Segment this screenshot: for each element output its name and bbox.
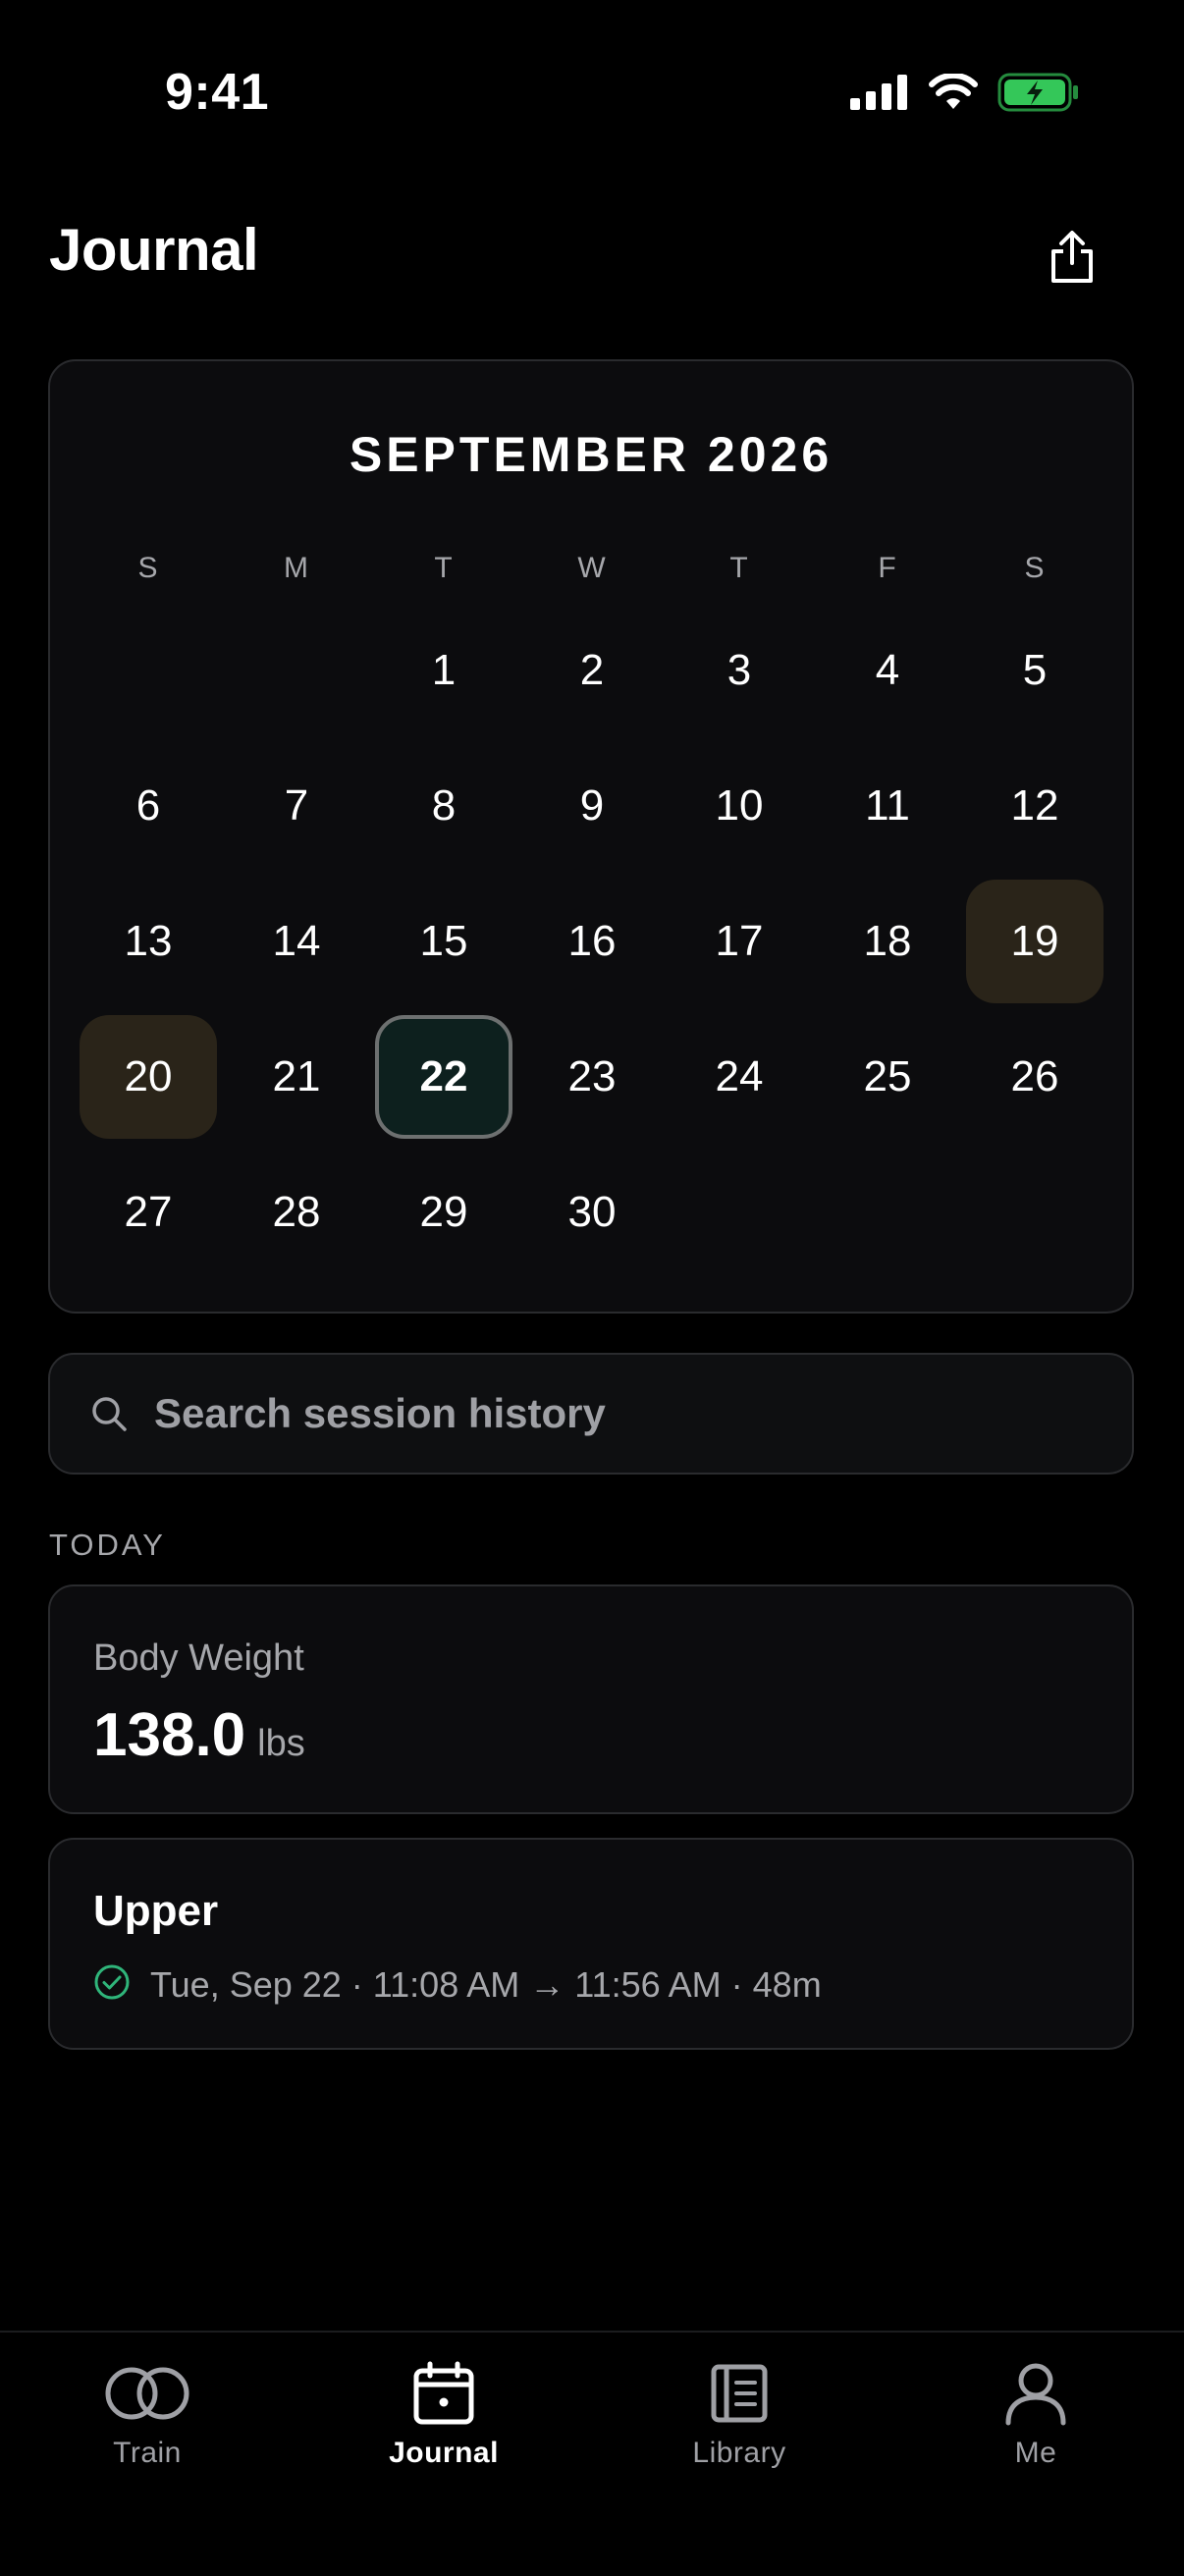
- calendar-month-label: SEPTEMBER 2026: [349, 427, 834, 482]
- share-icon: [1049, 230, 1096, 290]
- body-weight-label: Body Weight: [93, 1637, 304, 1679]
- search-input[interactable]: [152, 1389, 1132, 1438]
- session-title: Upper: [93, 1887, 219, 1935]
- calendar-day[interactable]: 25: [819, 1015, 956, 1139]
- tab-train-label: Train: [113, 2437, 182, 2469]
- calendar-day[interactable]: 14: [228, 880, 365, 1003]
- tab-train[interactable]: Train: [49, 2356, 245, 2503]
- wifi-icon: [929, 72, 978, 116]
- search-box[interactable]: [48, 1353, 1134, 1475]
- body-weight-value-row: 138.0 lbs: [93, 1700, 305, 1770]
- share-button[interactable]: [1031, 218, 1113, 300]
- calendar-day[interactable]: 29: [375, 1151, 512, 1274]
- calendar-day[interactable]: 4: [819, 609, 956, 732]
- calendar-day[interactable]: 21: [228, 1015, 365, 1139]
- tab-journal[interactable]: Journal: [346, 2356, 542, 2503]
- tab-library-label: Library: [692, 2437, 786, 2469]
- calendar-day-selected[interactable]: 22: [375, 1015, 512, 1139]
- calendar-card: SEPTEMBER 2026 SMTWTFS 1 2 3 4 5 6 7 8 9 10 11 12 13…: [48, 359, 1134, 1314]
- tab-me-label: Me: [1014, 2437, 1057, 2469]
- weekday-label: T: [434, 552, 454, 584]
- session-meta-row: Tue, Sep 22 · 11:08 AM → 11:56 AM · 48m: [93, 1963, 822, 2006]
- calendar-day[interactable]: 20: [80, 1015, 217, 1139]
- weekday-label: S: [137, 552, 159, 584]
- body-weight-unit: lbs: [257, 1723, 305, 1764]
- calendar-day[interactable]: 15: [375, 880, 512, 1003]
- calendar-day[interactable]: 3: [671, 609, 808, 732]
- calendar-day[interactable]: 10: [671, 744, 808, 868]
- calendar-day[interactable]: 2: [523, 609, 661, 732]
- tab-journal-label: Journal: [389, 2437, 499, 2469]
- weekday-label: W: [577, 552, 607, 584]
- calendar-day[interactable]: 1: [375, 609, 512, 732]
- weekday-label: F: [878, 552, 897, 584]
- calendar-day[interactable]: 11: [819, 744, 956, 868]
- calendar-day[interactable]: 28: [228, 1151, 365, 1274]
- session-card[interactable]: Upper Tue, Sep 22 · 11:08 AM → 11:56 AM …: [48, 1838, 1134, 2050]
- calendar-day[interactable]: 16: [523, 880, 661, 1003]
- tab-me[interactable]: Me: [938, 2356, 1134, 2503]
- weekday-label: T: [729, 552, 749, 584]
- calendar-icon: [400, 2356, 488, 2431]
- cellular-signal-icon: [850, 75, 909, 115]
- search-icon: [89, 1394, 129, 1433]
- status-icons: [850, 72, 1080, 117]
- battery-charging-icon: [997, 73, 1080, 117]
- page-title: Journal: [49, 217, 259, 283]
- check-circle-icon: [93, 1963, 131, 2006]
- calendar-day[interactable]: 9: [523, 744, 661, 868]
- calendar-day[interactable]: 12: [966, 744, 1103, 868]
- status-time: 9:41: [165, 64, 270, 121]
- calendar-day[interactable]: 27: [80, 1151, 217, 1274]
- calendar-day[interactable]: 18: [819, 880, 956, 1003]
- weekday-label: M: [284, 552, 309, 584]
- calendar-day[interactable]: 5: [966, 609, 1103, 732]
- body-weight-card[interactable]: Body Weight 138.0 lbs: [48, 1584, 1134, 1814]
- calendar-day[interactable]: 24: [671, 1015, 808, 1139]
- weekday-row: SMTWTFS: [50, 552, 1132, 591]
- calendar-day[interactable]: 7: [228, 744, 365, 868]
- book-icon: [695, 2356, 783, 2431]
- calendar-day[interactable]: 26: [966, 1015, 1103, 1139]
- calendar-day[interactable]: 6: [80, 744, 217, 868]
- calendar-day[interactable]: 19: [966, 880, 1103, 1003]
- body-weight-value: 138.0: [93, 1701, 246, 1769]
- rings-icon: [103, 2356, 191, 2431]
- calendar-day[interactable]: 8: [375, 744, 512, 868]
- tab-bar: Train Journal Library Me: [0, 2331, 1184, 2576]
- calendar-day[interactable]: 13: [80, 880, 217, 1003]
- section-header-today: TODAY: [49, 1528, 166, 1562]
- calendar-day[interactable]: 30: [523, 1151, 661, 1274]
- calendar-day[interactable]: 17: [671, 880, 808, 1003]
- status-bar: 9:41: [0, 0, 1184, 187]
- weekday-label: S: [1024, 552, 1046, 584]
- calendar-day[interactable]: 23: [523, 1015, 661, 1139]
- person-icon: [992, 2356, 1080, 2431]
- tab-library[interactable]: Library: [641, 2356, 837, 2503]
- session-meta: Tue, Sep 22 · 11:08 AM → 11:56 AM · 48m: [150, 1963, 822, 2005]
